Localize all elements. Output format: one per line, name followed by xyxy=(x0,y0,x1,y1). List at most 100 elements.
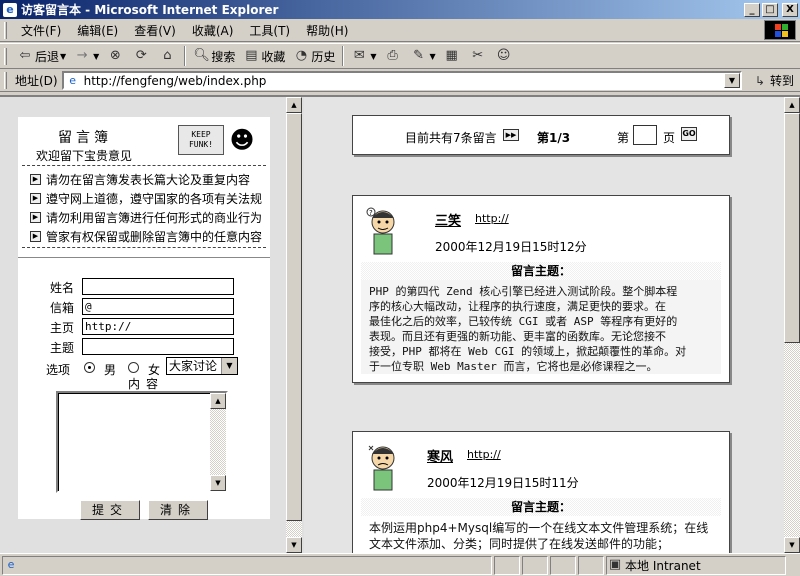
subject-field[interactable] xyxy=(82,338,234,355)
left-frame-scrollbar[interactable]: ▲ ▼ xyxy=(286,97,302,553)
status-cell xyxy=(578,555,604,575)
mail-button[interactable]: ✉ ▼ xyxy=(347,45,380,67)
scroll-thumb[interactable] xyxy=(286,113,302,521)
ie-logo-icon: e xyxy=(3,2,17,17)
status-cell xyxy=(494,555,520,575)
status-message: e xyxy=(2,555,492,575)
refresh-button[interactable]: ⟳ xyxy=(129,45,155,67)
research-button[interactable]: ✂ xyxy=(466,45,492,67)
favorites-button[interactable]: ▤ 收藏 xyxy=(239,45,289,67)
bullet-arrow-icon: ▶ xyxy=(30,174,41,185)
homepage-field[interactable]: http:// xyxy=(82,318,234,335)
menu-edit[interactable]: 编辑(E) xyxy=(69,22,126,39)
forward-arrow-icon: → xyxy=(76,48,88,63)
post-body-line: 于一位专职 Web Master 而言，它将也是必修课程之一。 xyxy=(369,360,658,373)
menu-view[interactable]: 查看(V) xyxy=(126,22,184,39)
scroll-up-icon[interactable]: ▲ xyxy=(784,97,800,113)
edit-dropdown-icon[interactable]: ▼ xyxy=(430,52,436,61)
rule-item: ▶ 请勿利用留言簿进行任何形式的商业行为 xyxy=(30,209,262,226)
toolbar-grip[interactable] xyxy=(4,47,7,65)
scroll-down-icon[interactable]: ▼ xyxy=(286,537,302,553)
post-author[interactable]: 三笑 xyxy=(435,210,461,229)
mail-dropdown-icon[interactable]: ▼ xyxy=(370,52,376,61)
toolbar-separator xyxy=(342,46,345,66)
post-date: 2000年12月19日15时12分 xyxy=(435,240,587,254)
toolbar-separator xyxy=(184,46,187,66)
divider xyxy=(22,165,266,166)
goto-prefix: 第 xyxy=(617,131,630,145)
forward-button[interactable]: → ▼ xyxy=(70,45,103,67)
stop-button[interactable]: ⊗ xyxy=(103,45,129,67)
home-button[interactable]: ⌂ xyxy=(155,45,181,67)
page-number-input[interactable] xyxy=(633,125,657,145)
content-label: 内容 xyxy=(128,377,165,391)
forward-dropdown-icon[interactable]: ▼ xyxy=(93,52,99,61)
scroll-up-icon[interactable]: ▲ xyxy=(210,393,226,409)
page-icon: e xyxy=(69,73,76,87)
pagination-box: 目前共有7条留言 ▶▶ 第1/3 第 页 GO xyxy=(352,115,730,155)
search-button[interactable]: 🔍︎ 搜索 xyxy=(189,45,239,67)
addressbar-grip[interactable] xyxy=(4,72,7,89)
history-button[interactable]: ◔ 历史 xyxy=(289,45,339,67)
male-radio[interactable] xyxy=(84,362,95,373)
clear-button[interactable]: 清除 xyxy=(148,500,208,520)
address-label: 地址(D) xyxy=(15,74,58,88)
rule-text: 请勿利用留言簿进行任何形式的商业行为 xyxy=(46,211,263,225)
post-homepage-link[interactable]: http:// xyxy=(467,448,501,461)
scroll-thumb[interactable] xyxy=(784,113,800,343)
mail-icon: ✉ xyxy=(353,48,365,63)
menu-help[interactable]: 帮助(H) xyxy=(298,22,356,39)
content-textarea[interactable]: ▲ ▼ xyxy=(56,391,228,493)
scroll-down-icon[interactable]: ▼ xyxy=(210,475,226,491)
page-status: 第1/3 xyxy=(537,131,571,145)
menubar-grip[interactable] xyxy=(4,21,7,39)
textarea-scrollbar[interactable]: ▲ ▼ xyxy=(210,393,226,491)
menu-tools[interactable]: 工具(T) xyxy=(241,22,298,39)
bullet-arrow-icon: ▶ xyxy=(30,212,41,223)
history-icon: ◔ xyxy=(295,48,308,63)
maximize-button[interactable]: □ xyxy=(762,2,778,17)
discuss-button[interactable]: ▦ xyxy=(440,45,466,67)
title-bar: e 访客留言本 - Microsoft Internet Explorer _ … xyxy=(0,0,800,19)
address-url[interactable]: http://fengfeng/web/index.php xyxy=(84,74,724,88)
divider xyxy=(22,247,266,248)
female-radio[interactable] xyxy=(128,362,139,373)
menu-file[interactable]: 文件(F) xyxy=(13,22,69,39)
address-input[interactable]: e http://fengfeng/web/index.php ▼ xyxy=(61,71,742,90)
menu-favorites[interactable]: 收藏(A) xyxy=(184,22,242,39)
post-author[interactable]: 寒风 xyxy=(427,446,453,465)
next-page-icon[interactable]: ▶▶ xyxy=(503,129,519,141)
funk-face-icon: ☻ xyxy=(229,126,255,154)
go-arrow-icon: ↳ xyxy=(754,73,766,88)
messenger-button[interactable]: ☺ xyxy=(492,45,518,67)
print-button[interactable]: ⎙ xyxy=(381,45,407,67)
post-homepage-link[interactable]: http:// xyxy=(475,212,509,225)
back-button[interactable]: ⇦ 后退 ▼ xyxy=(13,45,70,67)
go-page-button[interactable]: GO xyxy=(681,127,697,141)
minimize-button[interactable]: _ xyxy=(744,2,760,17)
status-cell xyxy=(550,555,576,575)
homepage-label: 主页 xyxy=(50,321,75,335)
close-button[interactable]: X xyxy=(782,2,798,17)
post-body-line: 最佳化之后的效率，已较传统 CGI 或者 ASP 等程序有更好的 xyxy=(369,315,678,328)
go-button[interactable]: ↳ 转到 xyxy=(746,72,800,89)
select-dropdown-icon[interactable]: ▼ xyxy=(221,358,237,374)
intranet-icon: ▣ xyxy=(608,557,622,572)
address-dropdown-icon[interactable]: ▼ xyxy=(723,73,740,88)
favorites-label: 收藏 xyxy=(261,49,286,64)
email-field[interactable]: @ xyxy=(82,298,234,315)
scroll-up-icon[interactable]: ▲ xyxy=(286,97,302,113)
message-card: 寒风 http:// 2000年12月19日15时11分 留言主题： 本例运用p… xyxy=(352,431,730,553)
scroll-down-icon[interactable]: ▼ xyxy=(784,537,800,553)
right-frame-scrollbar[interactable]: ▲ ▼ xyxy=(784,97,800,553)
rule-item: ▶ 遵守网上道德，遵守国家的各项有关法规 xyxy=(30,190,262,207)
edit-button[interactable]: ✎ ▼ xyxy=(407,45,440,67)
svg-text:?: ? xyxy=(369,209,373,217)
email-label: 信箱 xyxy=(50,301,75,315)
name-field[interactable] xyxy=(82,278,234,295)
page-icon: e xyxy=(7,558,15,571)
submit-button[interactable]: 提交 xyxy=(80,500,140,520)
go-label: 转到 xyxy=(769,74,794,88)
category-select[interactable]: 大家讨论 ▼ xyxy=(166,357,238,375)
back-dropdown-icon[interactable]: ▼ xyxy=(60,52,66,61)
